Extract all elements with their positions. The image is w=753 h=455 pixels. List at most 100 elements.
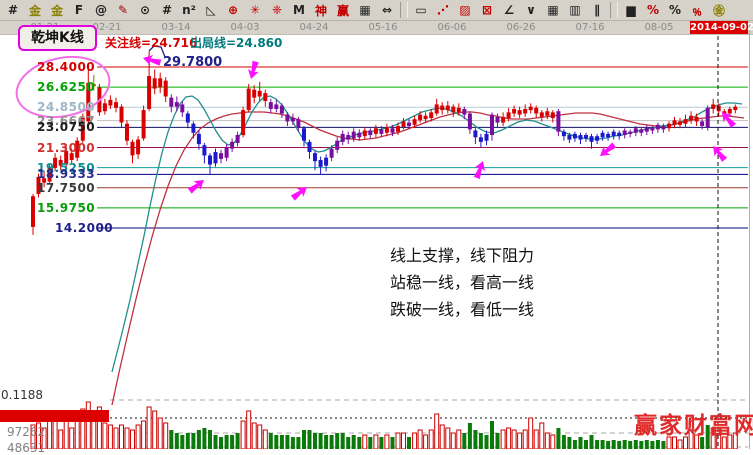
candle <box>341 134 345 142</box>
candle <box>639 129 643 132</box>
price-level-label: 18.9333 <box>37 167 95 181</box>
candle <box>512 109 516 114</box>
volume-bar <box>584 440 588 449</box>
volume-bar <box>424 435 428 449</box>
volume-bar <box>595 440 599 449</box>
candle <box>252 90 256 98</box>
candle <box>623 131 627 136</box>
volume-bar <box>601 440 605 449</box>
candle <box>529 107 533 110</box>
volume-bar <box>136 425 140 449</box>
candle <box>451 107 455 113</box>
candle <box>269 102 273 109</box>
volume-scale-label-1: 97262 <box>7 425 45 439</box>
indicator-name-box: 乾坤K线 <box>18 25 97 51</box>
current-date-badge: 2014-09-02 <box>690 21 748 34</box>
candle <box>291 118 295 121</box>
volume-bar <box>473 430 477 449</box>
volume-bar <box>214 435 218 449</box>
signal-arrow-icon <box>289 183 310 203</box>
candle <box>612 132 616 137</box>
candle <box>114 102 118 108</box>
candle <box>219 153 223 159</box>
candle <box>319 160 323 167</box>
volume-bar <box>70 428 74 449</box>
volume-bar <box>512 430 516 449</box>
candle <box>142 110 146 138</box>
signal-arrow-icon <box>142 53 162 68</box>
volume-bar <box>529 418 533 449</box>
price-level-label: 26.6250 <box>37 80 95 94</box>
volume-bar <box>241 421 245 449</box>
ma-short-line <box>112 96 742 372</box>
candle <box>567 135 571 140</box>
volume-bar <box>103 423 107 449</box>
volume-bar <box>147 407 151 449</box>
price-level-label: 17.7500 <box>37 181 95 195</box>
volume-bar <box>142 421 146 449</box>
volume-bar <box>496 433 500 449</box>
price-level-label: 14.2000 <box>55 221 113 235</box>
volume-bar <box>440 425 444 449</box>
signal-arrow-icon <box>186 176 207 196</box>
candle <box>247 89 251 111</box>
candle <box>485 134 489 141</box>
volume-bar <box>374 435 378 449</box>
volume-bar <box>678 440 682 449</box>
volume-bar <box>612 440 616 449</box>
candle <box>164 81 168 97</box>
attention-line-label: 关注线=24.716 <box>105 34 197 51</box>
volume-bar <box>202 428 206 449</box>
candle <box>440 106 444 111</box>
candle <box>236 135 240 143</box>
volume-bar <box>197 430 201 449</box>
candle <box>545 111 549 116</box>
candle <box>368 131 372 136</box>
volume-bar <box>567 437 571 449</box>
candle <box>241 110 245 135</box>
candle <box>413 119 417 125</box>
red-marker-bar <box>0 410 109 422</box>
candle <box>357 133 361 138</box>
candle <box>562 132 566 137</box>
volume-bar <box>208 430 212 449</box>
volume-bar <box>490 421 494 449</box>
volume-bar <box>285 435 289 449</box>
volume-bar <box>462 433 466 449</box>
candle <box>473 131 477 138</box>
candle <box>175 102 179 107</box>
volume-bar <box>534 430 538 449</box>
volume-bar <box>446 428 450 449</box>
candle <box>335 141 339 150</box>
volume-bar <box>650 441 654 449</box>
candle <box>186 113 190 122</box>
volume-bar <box>402 433 406 449</box>
candle <box>457 108 461 113</box>
annotation-line-3: 跌破一线，看低一线 <box>390 296 534 323</box>
volume-bar <box>545 433 549 449</box>
volume-bar <box>379 437 383 449</box>
volume-bar <box>48 421 52 449</box>
price-level-label: 15.9750 <box>37 201 95 215</box>
volume-bar <box>413 433 417 449</box>
volume-bar <box>579 437 583 449</box>
volume-bar <box>606 441 610 449</box>
signal-arrow-icon <box>709 142 729 163</box>
price-level-label: 28.4000 <box>37 60 95 74</box>
volume-bar <box>385 435 389 449</box>
volume-bar <box>296 437 300 449</box>
candle <box>556 111 560 131</box>
strategy-annotation: 线上支撑，线下阻力 站稳一线，看高一线 跌破一线，看低一线 <box>390 242 534 323</box>
volume-bar <box>661 441 665 449</box>
candle <box>684 119 688 124</box>
signal-arrow-icon <box>597 141 618 161</box>
volume-bar <box>335 433 339 449</box>
candle <box>302 128 306 140</box>
candle <box>313 153 317 161</box>
candle <box>136 140 140 155</box>
volume-bar <box>158 418 162 449</box>
volume-bar <box>479 433 483 449</box>
candle <box>700 121 704 126</box>
candle <box>446 106 450 111</box>
candle <box>197 134 201 144</box>
